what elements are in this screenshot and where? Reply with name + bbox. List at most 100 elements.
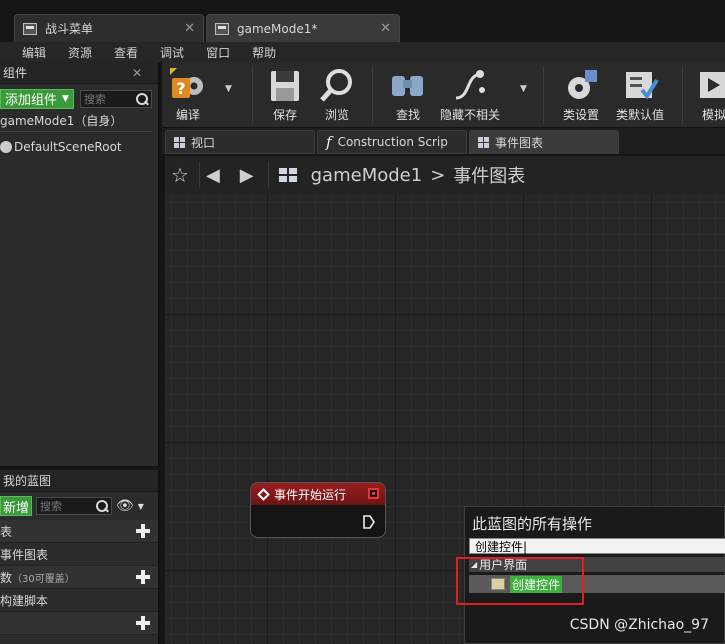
search-icon — [96, 500, 109, 512]
plus-icon[interactable] — [136, 570, 150, 584]
item-label: 事件图表 — [0, 547, 49, 562]
delegate-pin[interactable] — [368, 488, 379, 499]
menu-window[interactable]: 窗口 — [195, 44, 241, 61]
gear-icon — [561, 66, 601, 106]
watermark: CSDN @Zhichao_97 — [569, 617, 709, 633]
toolbar-divider — [252, 66, 253, 124]
blueprint-search-input[interactable]: 搜索 — [36, 497, 113, 515]
add-component-button[interactable]: 添加组件 ▼ — [0, 88, 74, 109]
compile-button[interactable]: ? 编译 — [168, 66, 208, 123]
find-button[interactable]: 查找 — [388, 66, 428, 123]
compile-icon: ? — [168, 66, 208, 106]
breadcrumb-blueprint[interactable]: gameMode1 — [311, 165, 423, 186]
event-graph-icon — [278, 168, 297, 182]
bp-section-functions[interactable]: 数 （30可覆盖） — [0, 566, 158, 589]
tab-viewport[interactable]: 视口 — [165, 130, 315, 154]
close-icon[interactable]: ✕ — [380, 21, 391, 36]
chevron-down-icon[interactable]: ▼ — [520, 84, 527, 94]
breadcrumb-graph[interactable]: 事件图表 — [453, 162, 525, 188]
doc-tab-battle-menu[interactable]: 战斗菜单 ✕ — [14, 14, 204, 42]
node-title: 事件开始运行 — [274, 487, 347, 502]
annotation-highlight-box — [456, 557, 584, 605]
node-graph-icon — [450, 66, 490, 106]
my-blueprint-header: 我的蓝图 — [0, 470, 158, 492]
component-search-input[interactable]: 搜索 — [79, 89, 152, 108]
text-caret: | — [523, 540, 528, 554]
viewport-grid-icon — [174, 136, 185, 148]
editor-tabs: 视口 f Construction Scrip 事件图表 — [162, 128, 725, 154]
browse-button[interactable]: 浏览 — [317, 66, 357, 123]
doc-tab-label: 战斗菜单 — [45, 22, 94, 36]
node-header[interactable]: 事件开始运行 — [251, 483, 385, 505]
event-diamond-icon — [257, 487, 270, 501]
doc-tab-label: gameMode1* — [237, 21, 318, 36]
components-panel-header: 组件 ✕ — [0, 62, 158, 84]
action-menu-title: 此蓝图的所有操作 — [472, 515, 593, 533]
simulate-button[interactable]: 模拟 — [694, 66, 725, 123]
play-icon — [694, 66, 725, 106]
plus-icon[interactable] — [136, 616, 150, 630]
menu-asset[interactable]: 资源 — [57, 44, 103, 61]
search-placeholder: 搜索 — [83, 92, 106, 106]
menu-view[interactable]: 查看 — [103, 44, 149, 61]
root-item-label: DefaultSceneRoot — [14, 140, 122, 154]
override-count: （30可覆盖） — [12, 573, 75, 585]
action-search-input[interactable]: 创建控件| — [469, 538, 725, 554]
save-button[interactable]: 保存 — [265, 66, 305, 123]
toolbar-divider — [682, 66, 683, 124]
hide-unrelated-label: 隐藏不相关 — [440, 108, 501, 122]
bp-item-construction-script[interactable]: 构建脚本 — [0, 589, 158, 612]
toolbar: ? 编译 ▼ 保存 浏览 查找 隐藏不相关 ▼ 类设置 类默认值 模拟 — [162, 62, 725, 128]
section-label: 数 — [0, 570, 13, 585]
panel-title: 组件 — [3, 66, 28, 80]
class-defaults-label: 类默认值 — [616, 108, 665, 122]
class-settings-button[interactable]: 类设置 — [561, 66, 601, 123]
search-placeholder: 搜索 — [40, 500, 63, 513]
bp-section-macros[interactable] — [0, 612, 158, 635]
menu-help[interactable]: 帮助 — [241, 44, 287, 61]
menu-debug[interactable]: 调试 — [149, 44, 195, 61]
exec-output-pin[interactable] — [363, 515, 375, 529]
chevron-down-icon[interactable]: ▼ — [225, 84, 232, 94]
tab-construction-script[interactable]: f Construction Scrip — [317, 130, 467, 154]
breadcrumb: ☆ ◀ ▶ gameMode1 > 事件图表 — [165, 156, 725, 194]
divider — [198, 162, 200, 188]
search-icon — [135, 92, 148, 105]
component-root-item[interactable]: DefaultSceneRoot — [0, 136, 158, 158]
arrow-left-icon[interactable]: ◀ — [206, 165, 220, 186]
section-label: 表 — [0, 524, 13, 539]
add-new-button[interactable]: 新增 — [0, 496, 33, 516]
add-component-label: 添加组件 — [5, 93, 58, 108]
star-icon[interactable]: ☆ — [171, 163, 189, 187]
hide-unrelated-button[interactable]: 隐藏不相关 — [440, 66, 500, 123]
class-defaults-button[interactable]: 类默认值 — [616, 66, 664, 123]
menu-edit[interactable]: 编辑 — [0, 44, 57, 61]
chevron-down-icon: ▼ — [62, 93, 69, 104]
doc-tab-gamemode[interactable]: gameMode1* ✕ — [206, 14, 400, 42]
toolbar-divider — [543, 66, 544, 124]
save-label: 保存 — [272, 108, 297, 122]
plus-icon[interactable] — [136, 524, 150, 538]
component-self-item[interactable]: gameMode1（自身） — [0, 110, 152, 132]
components-panel: 组件 ✕ 添加组件 ▼ 搜索 gameMode1（自身） DefaultScen… — [0, 62, 160, 466]
event-begin-play-node[interactable]: 事件开始运行 — [250, 482, 386, 538]
search-value: 创建控件 — [475, 540, 524, 554]
tab-event-graph[interactable]: 事件图表 — [469, 130, 619, 154]
find-binoculars-icon — [388, 66, 428, 106]
eye-icon[interactable]: 👁 — [116, 498, 134, 514]
class-settings-label: 类设置 — [562, 108, 599, 122]
floppy-disk-icon — [265, 66, 305, 106]
item-label: 构建脚本 — [0, 593, 49, 608]
toolbar-divider — [372, 66, 373, 124]
bp-item-event-graph[interactable]: 事件图表 — [0, 543, 158, 566]
bp-section-graphs[interactable]: 表 — [0, 520, 158, 543]
close-icon[interactable]: ✕ — [184, 21, 195, 36]
self-item-label: gameMode1（自身） — [0, 114, 123, 128]
breadcrumb-separator: > — [430, 164, 446, 186]
browse-label: 浏览 — [324, 108, 349, 122]
arrow-right-icon[interactable]: ▶ — [240, 165, 254, 186]
svg-text:?: ? — [176, 79, 185, 98]
close-icon[interactable]: ✕ — [132, 66, 142, 80]
chevron-down-icon[interactable]: ▼ — [138, 502, 144, 511]
tab-label: Construction Scrip — [337, 135, 448, 149]
